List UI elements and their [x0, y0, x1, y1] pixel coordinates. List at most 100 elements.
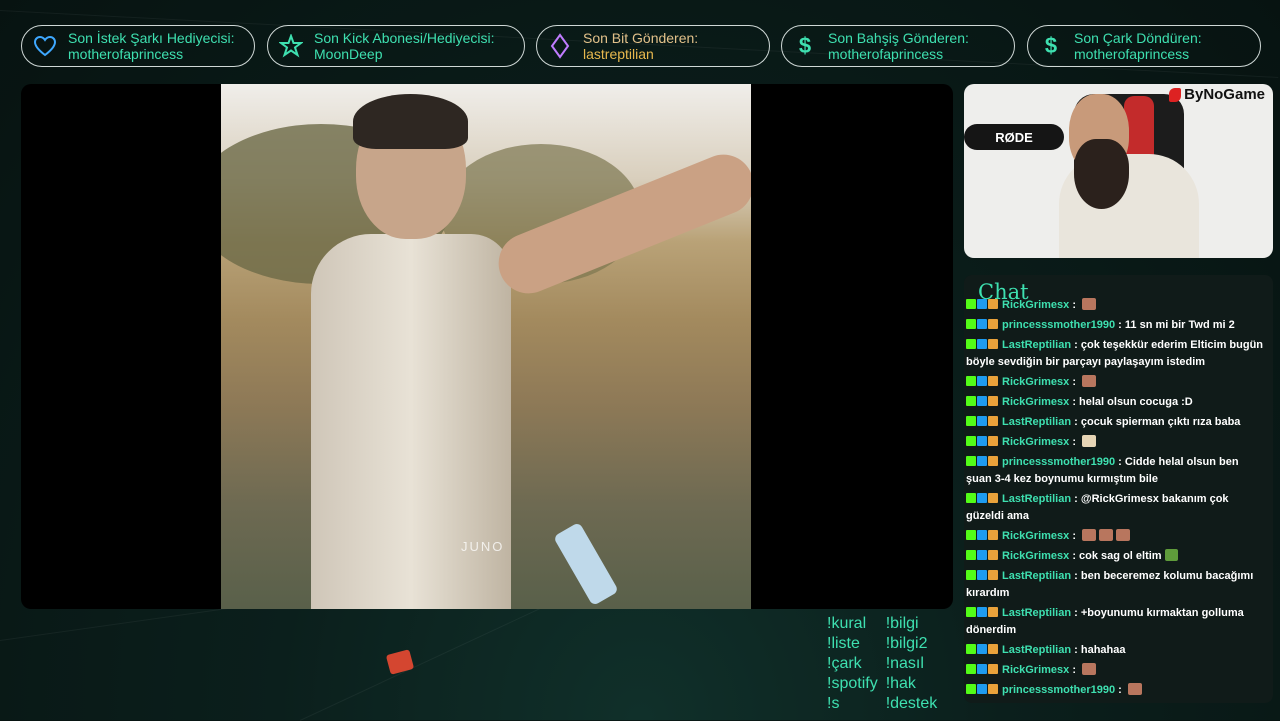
chat-message: princesssmother1990 : Cidde helal olsun … — [966, 454, 1266, 488]
sub-badge-icon — [977, 684, 987, 694]
emote-icon — [1116, 529, 1131, 541]
sub-badge-icon — [977, 607, 987, 617]
user-badges — [966, 664, 998, 674]
sub-badge-icon — [977, 436, 987, 446]
chat-text: : — [1069, 436, 1080, 448]
chat-message: RickGrimesx : — [966, 528, 1266, 545]
sub-badge-icon — [977, 299, 987, 309]
kick-badge-icon — [966, 376, 976, 386]
command-label: !nasıl — [885, 655, 924, 672]
video-content: JUNO — [221, 84, 751, 609]
kick-badge-icon — [966, 436, 976, 446]
command-label: !destek — [885, 695, 938, 712]
chat-username[interactable]: RickGrimesx — [1002, 664, 1069, 676]
kick-badge-icon — [966, 644, 976, 654]
sub-badge-icon — [977, 376, 987, 386]
alert-title: Son İstek Şarkı Hediyecisi: — [68, 30, 235, 46]
kick-badge-icon — [966, 570, 976, 580]
sub-badge-icon — [977, 416, 987, 426]
kick-badge-icon — [966, 684, 976, 694]
kick-badge-icon — [966, 664, 976, 674]
chat-message: princesssmother1990 : 11 sn mi bir Twd m… — [966, 317, 1266, 334]
crown-badge-icon — [988, 416, 998, 426]
chat-username[interactable]: RickGrimesx — [1002, 376, 1069, 388]
crown-badge-icon — [988, 550, 998, 560]
crown-badge-icon — [988, 376, 998, 386]
crown-badge-icon — [988, 299, 998, 309]
video-player[interactable]: JUNO — [21, 84, 953, 609]
chat-username[interactable]: princesssmother1990 — [1002, 456, 1115, 468]
sub-badge-icon — [977, 530, 987, 540]
user-badges — [966, 530, 998, 540]
emote-icon — [1082, 435, 1097, 447]
chat-username[interactable]: RickGrimesx — [1002, 396, 1069, 408]
sub-badge-icon — [977, 319, 987, 329]
chat-username[interactable]: princesssmother1990 — [1002, 319, 1115, 331]
kick-badge-icon — [966, 416, 976, 426]
command-label: !liste — [827, 635, 860, 652]
chat-username[interactable]: RickGrimesx — [1002, 550, 1069, 562]
brand-logo: ByNoGame — [1169, 86, 1265, 103]
user-badges — [966, 436, 998, 446]
chat-text: : — [1069, 530, 1080, 542]
chat-message: RickGrimesx : — [966, 662, 1266, 679]
alert-title: Son Kick Abonesi/Hediyecisi: — [314, 30, 495, 46]
chat-username[interactable]: LastReptilian — [1002, 570, 1071, 582]
emote-icon — [1082, 298, 1097, 310]
chat-username[interactable]: LastReptilian — [1002, 416, 1071, 428]
chat-text: : 11 sn mi bir Twd mi 2 — [1115, 319, 1235, 331]
emote-icon — [1127, 683, 1142, 695]
user-badges — [966, 644, 998, 654]
user-badges — [966, 570, 998, 580]
command-column: !kural !liste !çark !spotify !s — [827, 614, 878, 714]
dollar-icon: $ — [798, 33, 812, 58]
alert-user: motherofaprincess — [68, 46, 184, 62]
chat-username[interactable]: LastReptilian — [1002, 644, 1071, 656]
chat-text: : helal olsun cocuga :D — [1069, 396, 1193, 408]
crown-badge-icon — [988, 436, 998, 446]
user-badges — [966, 416, 998, 426]
kick-badge-icon — [966, 339, 976, 349]
chat-username[interactable]: LastReptilian — [1002, 339, 1071, 351]
alert-wheel: $ Son Çark Döndüren: motherofaprincess — [1027, 25, 1261, 67]
chat-username[interactable]: RickGrimesx — [1002, 299, 1069, 311]
chat-username[interactable]: princesssmother1990 — [1002, 684, 1115, 696]
chat-username[interactable]: RickGrimesx — [1002, 530, 1069, 542]
crown-badge-icon — [988, 493, 998, 503]
alert-bits: Son Bit Gönderen: lastreptilian — [536, 25, 770, 67]
alert-user: motherofaprincess — [828, 46, 944, 62]
chat-message-list: RickGrimesx : princesssmother1990 : 11 s… — [966, 297, 1266, 702]
sub-badge-icon — [977, 664, 987, 674]
emote-icon — [1099, 529, 1114, 541]
command-label: !kural — [827, 615, 867, 632]
water-bottle — [553, 521, 619, 607]
chat-username[interactable]: LastReptilian — [1002, 607, 1071, 619]
video-watermark: JUNO — [461, 539, 505, 554]
kick-badge-icon — [966, 493, 976, 503]
emote-icon — [1082, 375, 1097, 387]
chat-message: LastReptilian : hahahaa — [966, 642, 1266, 659]
crown-badge-icon — [988, 456, 998, 466]
brand-name: ByNoGame — [1184, 86, 1265, 103]
chat-message: RickGrimesx : — [966, 374, 1266, 391]
kick-badge-icon — [966, 530, 976, 540]
person-hair — [353, 94, 468, 149]
chat-text: : — [1115, 684, 1125, 696]
chat-text: : — [1069, 376, 1080, 388]
crown-badge-icon — [988, 664, 998, 674]
command-column: !bilgi !bilgi2 !nasıl !hak !destek — [886, 614, 938, 714]
kick-badge-icon — [966, 607, 976, 617]
alert-title: Son Bahşiş Gönderen: — [828, 30, 969, 46]
chat-username[interactable]: LastReptilian — [1002, 493, 1071, 505]
brand-mark-icon — [1169, 87, 1182, 102]
chat-username[interactable]: RickGrimesx — [1002, 436, 1069, 448]
chat-text: : çocuk spierman çıktı rıza baba — [1071, 416, 1241, 428]
webcam-feed: RØDE ByNoGame — [964, 84, 1273, 258]
chat-text: : hahahaa — [1071, 644, 1126, 656]
user-badges — [966, 339, 998, 349]
chat-message: LastReptilian : çocuk spierman çıktı rız… — [966, 414, 1266, 431]
emote-icon — [1164, 549, 1178, 561]
alert-song-request: Son İstek Şarkı Hediyecisi: motherofapri… — [21, 25, 255, 67]
command-label: !s — [827, 695, 840, 712]
chat-text: : — [1069, 299, 1080, 311]
